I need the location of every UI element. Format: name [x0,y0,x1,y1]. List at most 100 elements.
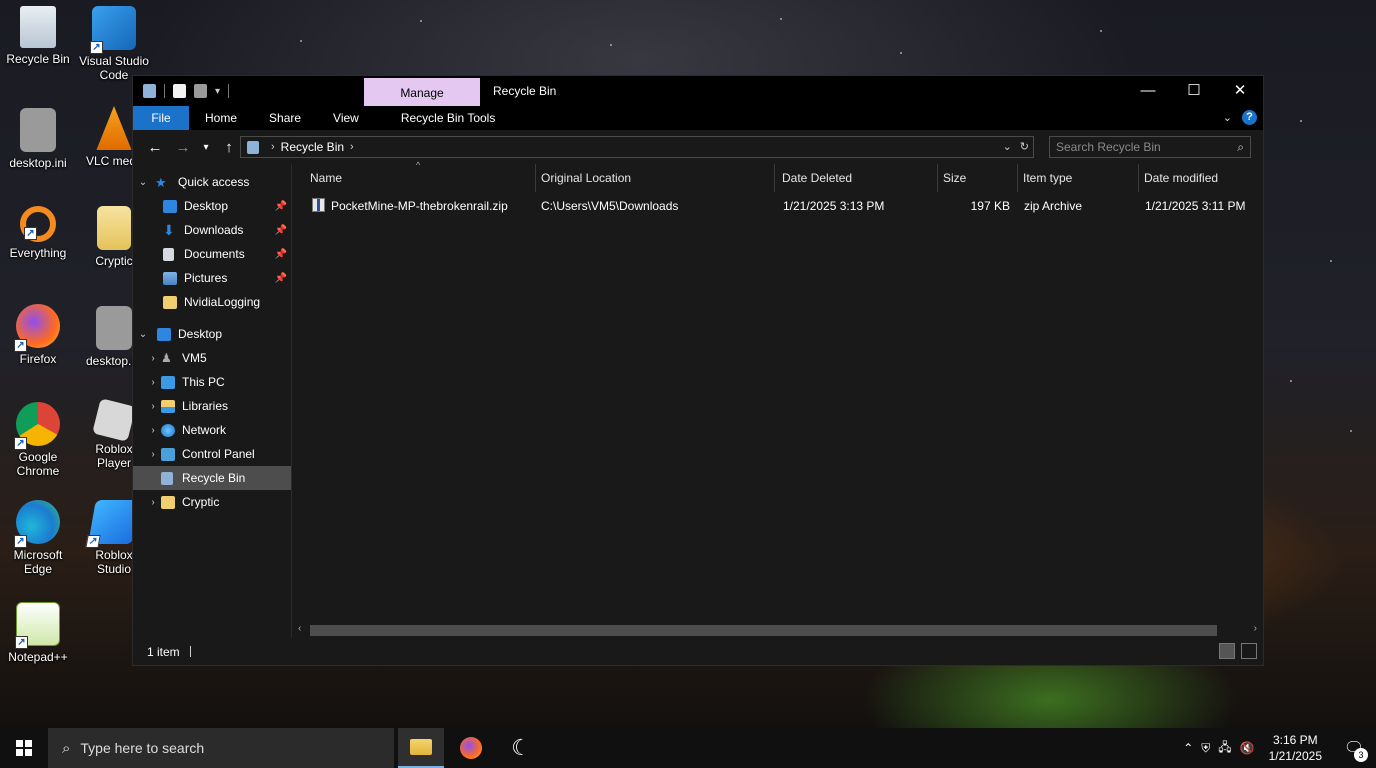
tab-view[interactable]: View [317,106,375,130]
search-box[interactable]: ⌕ [1049,136,1251,158]
nav-item-documents[interactable]: Documents 📌 [133,242,291,266]
expand-chevron-right-icon[interactable]: › [145,377,161,388]
explorer-window[interactable]: ▾ Manage Recycle Bin — ☐ ✕ File Home Sha… [132,75,1264,666]
nav-quick-access[interactable]: ⌄ ★ Quick access [133,170,291,194]
notification-center-button[interactable]: 🗨 3 [1332,728,1376,768]
toolbar-divider [228,84,230,98]
search-icon[interactable]: ⌕ [1237,140,1244,155]
nav-item-network[interactable]: › Network [133,418,291,442]
tab-home[interactable]: Home [189,106,253,130]
details-view-icon[interactable] [1219,643,1235,659]
refresh-icon[interactable]: ↻ [1020,140,1029,153]
clock[interactable]: 3:16 PM 1/21/2025 [1269,732,1322,764]
expand-chevron-right-icon[interactable]: › [145,449,161,460]
desktop-icon-firefox[interactable]: ↗ Firefox [0,304,76,366]
up-arrow-icon[interactable]: ↑ [215,139,243,156]
desktop-icon-notepadpp[interactable]: ↗ Notepad++ [0,602,76,664]
new-folder-icon[interactable] [194,84,207,98]
expand-chevron-right-icon[interactable]: › [145,353,161,364]
taskbar-app-moon[interactable]: ☾ [498,728,544,768]
nav-item-pictures[interactable]: Pictures 📌 [133,266,291,290]
desktop-icon-desktop-ini-1[interactable]: desktop.ini [0,108,76,170]
expand-chevron-right-icon[interactable]: › [145,497,161,508]
nav-label: Desktop [178,327,223,341]
file-row[interactable]: PocketMine-MP-thebrokenrail.zip C:\Users… [292,195,1263,217]
libraries-icon [161,399,175,413]
properties-icon[interactable] [173,84,186,98]
desktop-icon-everything[interactable]: ↗ Everything [0,206,76,260]
breadcrumb-recycle-bin[interactable]: Recycle Bin [281,140,344,154]
taskbar-search-box[interactable]: ⌕ Type here to search [48,728,394,768]
scroll-right-arrow-icon[interactable]: › [1254,623,1257,634]
large-icons-view-icon[interactable] [1241,643,1257,659]
nav-item-control-panel[interactable]: › Control Panel [133,442,291,466]
recycle-bin-icon [20,6,56,48]
column-size[interactable]: Size [935,164,1018,192]
desktop-icon-recycle-bin[interactable]: Recycle Bin [0,6,76,66]
search-input[interactable] [1050,137,1220,157]
breadcrumb-chevron-icon[interactable]: › [271,141,275,153]
address-bar[interactable]: › Recycle Bin › ⌄ ↻ [240,136,1034,158]
column-date-modified[interactable]: Date modified [1136,164,1262,192]
chrome-icon: ↗ [14,402,60,450]
start-button[interactable] [0,728,48,768]
expand-chevron-right-icon[interactable]: › [145,425,161,436]
taskbar-app-firefox[interactable] [448,728,494,768]
nav-item-recycle-bin[interactable]: Recycle Bin [133,466,291,490]
minimize-icon[interactable]: — [1125,76,1171,106]
status-divider [189,646,191,657]
nav-item-nvidialogging[interactable]: NvidiaLogging [133,290,291,314]
tab-file[interactable]: File [133,106,189,130]
system-tray: ⌃ ⛨ 🖧 🔇 3:16 PM 1/21/2025 🗨 3 [1179,728,1376,768]
column-original-location[interactable]: Original Location [533,164,775,192]
security-alert-icon[interactable]: ⛨ [1201,741,1210,756]
back-arrow-icon[interactable]: ← [141,139,169,156]
forward-arrow-icon[interactable]: → [169,139,197,156]
address-toolbar: ← → ▾ ↑ › Recycle Bin › ⌄ ↻ ⌕ [133,130,1263,164]
nav-label: Network [182,423,227,437]
breadcrumb-chevron-icon[interactable]: › [350,141,354,153]
nav-item-libraries[interactable]: › Libraries [133,394,291,418]
file-name-cell[interactable]: PocketMine-MP-thebrokenrail.zip [312,195,508,217]
tab-recycle-bin-tools[interactable]: Recycle Bin Tools [375,106,512,130]
nav-item-vm5[interactable]: › ♟ VM5 [133,346,291,370]
column-headers: ^ Name Original Location Date Deleted Si… [292,160,1263,192]
title-bar[interactable]: ▾ Manage Recycle Bin — ☐ ✕ [133,76,1263,106]
network-icon[interactable]: 🖧 [1218,738,1231,759]
nav-desktop-root[interactable]: ⌄ Desktop [133,322,291,346]
desktop-icon-edge[interactable]: ↗ Microsoft Edge [0,500,76,576]
customize-toolbar-chevron-icon[interactable]: ▾ [215,86,220,97]
nav-item-this-pc[interactable]: › This PC [133,370,291,394]
column-date-deleted[interactable]: Date Deleted [774,164,938,192]
desktop-icon-vscode[interactable]: ↗ Visual Studio Code [76,6,152,82]
expand-chevron-down-icon[interactable]: ⌄ [135,329,151,340]
manage-contextual-tab[interactable]: Manage [364,78,480,106]
column-name[interactable]: Name [302,164,536,192]
expand-chevron-right-icon[interactable]: › [145,401,161,412]
close-icon[interactable]: ✕ [1217,76,1263,106]
desktop-icon-chrome[interactable]: ↗ Google Chrome [0,402,76,478]
scrollbar-thumb[interactable] [310,625,1217,636]
taskbar-app-file-explorer[interactable] [398,728,444,768]
expand-chevron-down-icon[interactable]: ⌄ [135,177,151,188]
notification-badge: 3 [1354,748,1368,762]
column-item-type[interactable]: Item type [1015,164,1139,192]
address-history-chevron-icon[interactable]: ⌄ [1003,140,1012,153]
nav-item-desktop[interactable]: Desktop 📌 [133,194,291,218]
recent-locations-chevron-icon[interactable]: ▾ [197,142,215,153]
maximize-icon[interactable]: ☐ [1171,76,1217,106]
pin-icon: 📌 [274,200,287,212]
scroll-left-arrow-icon[interactable]: ‹ [298,623,301,634]
expand-ribbon-chevron-icon[interactable]: ⌄ [1223,111,1232,124]
show-hidden-icons-chevron-icon[interactable]: ⌃ [1183,741,1193,755]
nav-label: VM5 [182,351,207,365]
horizontal-scrollbar[interactable]: ‹ › [292,622,1263,638]
help-icon[interactable]: ? [1242,110,1257,125]
nav-item-downloads[interactable]: ⬇ Downloads 📌 [133,218,291,242]
desktop-icon-label: Microsoft Edge [13,548,63,576]
speaker-muted-icon[interactable]: 🔇 [1240,741,1255,755]
star-icon: ★ [155,174,167,190]
file-list[interactable]: ^ Name Original Location Date Deleted Si… [292,160,1263,638]
nav-item-cryptic[interactable]: › Cryptic [133,490,291,514]
tab-share[interactable]: Share [253,106,317,130]
